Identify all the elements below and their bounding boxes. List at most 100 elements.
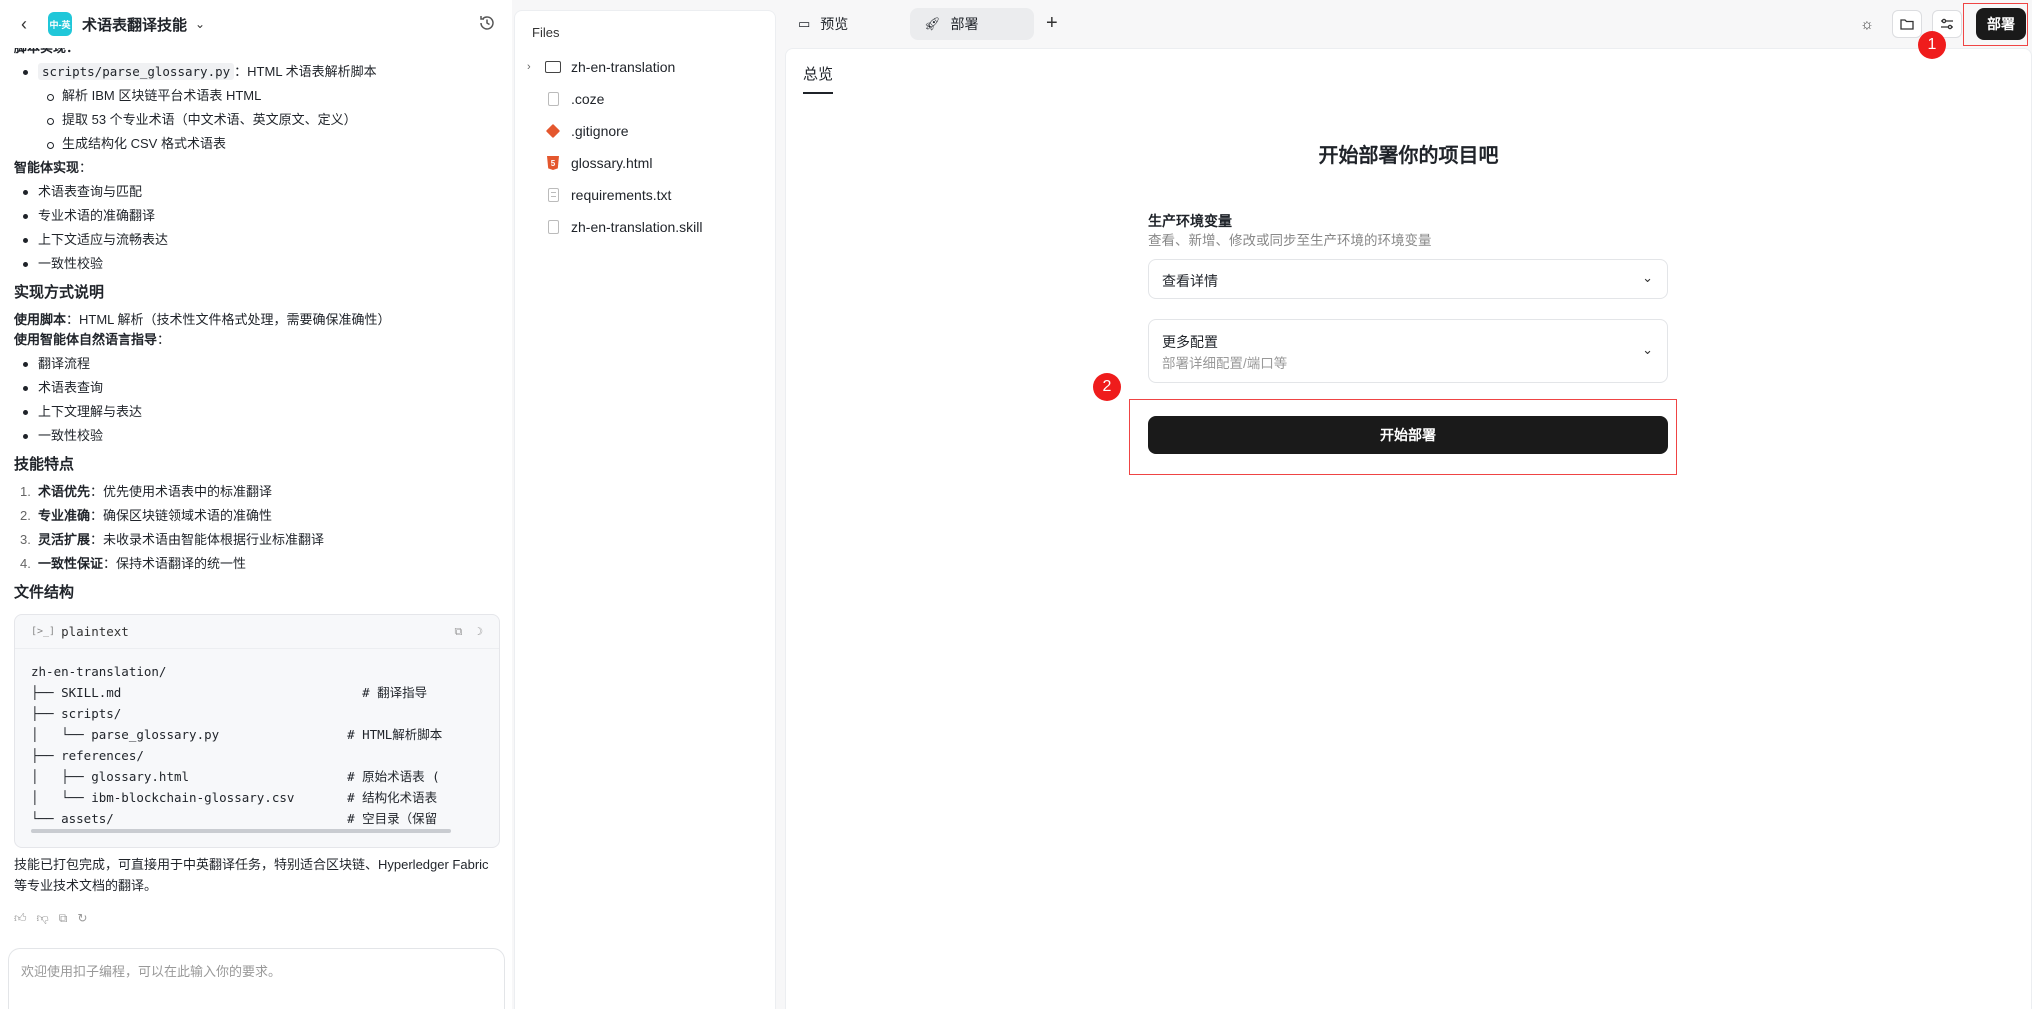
list-item: 翻译流程 [14,352,502,376]
tab-label: 部署 [950,16,979,32]
file-tree-item[interactable]: .gitignore [527,120,629,142]
item-text: ：未收录术语由智能体根据行业标准翻译 [90,532,325,547]
list-item: 一致性校验 [14,252,502,276]
code-block-header: [>_] plaintext ⧉ ☽ [15,615,499,649]
section-colon: ： [79,160,93,175]
section-heading: 文件结构 [14,584,75,601]
file-name: requirements.txt [571,187,672,203]
app-logo: 中-英 [48,12,72,36]
git-icon [545,123,561,139]
section-label: 智能体实现 [14,160,80,175]
app-logo-text: 中-英 [49,19,71,30]
numbered-item: 4. 一致性保证：保持术语翻译的统一性 [14,552,502,576]
list-item: 提取 53 个专业术语（中文术语、英文原文、定义） [14,108,502,132]
item-text: ：确保区块链领域术语的准确性 [90,508,273,523]
app-title[interactable]: 术语表翻译技能 [82,14,187,35]
chevron-down-icon: ⌄ [1642,270,1653,285]
item-label: 专业准确 [38,508,91,523]
message-actions: 👍︎ 👎︎ ⧉ ↻ [14,906,502,928]
page-title: 开始部署你的项目吧 [1318,145,1499,167]
item-label: 术语优先 [38,484,91,499]
list-item: scripts/parse_glossary.py ：HTML 术语表解析脚本 [14,60,502,84]
cut-heading: 脚本实现： [14,48,502,60]
list-item: 上下文理解与表达 [14,400,502,424]
file-name: .gitignore [571,123,629,139]
tab-overview[interactable]: 总览 [803,63,834,94]
copy-icon[interactable]: ⧉ [455,620,463,644]
more-config-dropdown[interactable]: 更多配置 部署详细配置/端口等 ⌄ [1148,319,1668,383]
files-title: Files [532,25,560,40]
file-name: glossary.html [571,155,653,171]
inline-code: scripts/parse_glossary.py [38,63,235,80]
history-icon[interactable] [478,14,498,34]
deploy-panel: 总览 开始部署你的项目吧 生产环境变量 查看、新增、修改或同步至生产环境的环境变… [785,48,2032,1009]
section-text: ：HTML 解析（技术性文件格式处理，需要确保准确性） [66,312,391,327]
file-name: zh-en-translation [571,59,676,75]
numbered-item: 3. 灵活扩展：未收录术语由智能体根据行业标准翻译 [14,528,502,552]
item-text: ：优先使用术语表中的标准翻译 [90,484,273,499]
sun-icon[interactable]: ☼ [1852,10,1882,38]
numbered-item: 1. 术语优先：优先使用术语表中的标准翻译 [14,480,502,504]
item-label: 灵活扩展 [38,532,91,547]
folder-icon[interactable] [1892,10,1922,38]
regenerate-icon[interactable]: ↻ [77,906,87,928]
chat-header: ‹ 中-英 术语表翻译技能 ⌄ [0,0,512,48]
list-item: 一致性校验 [14,424,502,448]
tab-preview[interactable]: ▭ 预览 [784,8,862,40]
window-icon: ▭ [798,16,811,31]
chat-messages: 脚本实现： scripts/parse_glossary.py：HTML 术语表… [14,48,502,928]
horizontal-scrollbar[interactable] [31,829,451,833]
tab-deploy[interactable]: 🚀︎ 部署 [910,8,1034,40]
item-label: 一致性保证 [38,556,104,571]
files-panel: Files › zh-en-translation .coze .gitigno… [514,10,776,1009]
html5-icon: 5 [545,155,561,171]
section-heading: 技能特点 [14,456,75,473]
item-number: 2. [20,508,31,523]
file-name: .coze [571,91,605,107]
item-text: ：保持术语翻译的统一性 [103,556,247,571]
message-text: 技能已打包完成，可直接用于中英翻译任务，特别适合区块链、Hyperledger … [14,857,489,893]
back-icon[interactable]: ‹ [14,14,34,34]
list-item-text: ：HTML 术语表解析脚本 [234,64,377,79]
rocket-icon: 🚀︎ [924,16,941,31]
list-item: 生成结构化 CSV 格式术语表 [14,132,502,156]
section-colon: ： [157,332,171,347]
step-marker: 2 [1093,373,1121,401]
item-number: 3. [20,532,31,547]
thumbs-down-icon[interactable]: 👎︎ [37,906,49,928]
chat-panel: ‹ 中-英 术语表翻译技能 ⌄ 脚本实现： scripts/parse_glos… [0,0,512,1009]
theme-icon[interactable]: ☽ [476,620,483,644]
copy-icon[interactable]: ⧉ [59,906,68,928]
tab-label: 预览 [820,16,849,32]
chat-input[interactable]: 欢迎使用扣子编程，可以在此输入你的要求。 [8,948,505,1009]
code-content: zh-en-translation/ ├── SKILL.md # 翻译指导 ├… [31,664,443,826]
file-tree-item[interactable]: requirements.txt [527,184,671,206]
terminal-icon: [>_] [31,625,56,637]
highlight-box [1129,399,1677,475]
numbered-item: 2. 专业准确：确保区块链领域术语的准确性 [14,504,502,528]
text-file-icon [545,187,561,203]
folder-icon [545,59,561,75]
file-icon [545,219,561,235]
code-block: [>_] plaintext ⧉ ☽ zh-en-translation/ ├─… [14,614,500,848]
top-bar: ▭ 预览 🚀︎ 部署 + ☼ 部署 [778,0,2032,48]
chevron-down-icon: ⌄ [1642,342,1653,357]
file-tree-item[interactable]: zh-en-translation.skill [527,216,703,238]
chevron-down-icon[interactable]: ⌄ [195,17,205,31]
chevron-right-icon[interactable]: › [527,61,541,73]
section-label: 使用脚本 [14,312,67,327]
file-icon [545,91,561,107]
thumbs-up-icon[interactable]: 👍︎ [14,906,27,928]
file-tree-item[interactable]: 5 glossary.html [527,152,652,174]
file-name: zh-en-translation.skill [571,219,703,235]
add-tab-icon[interactable]: + [1046,12,1058,35]
section-heading: 实现方式说明 [14,284,105,301]
file-tree-item[interactable]: › zh-en-translation [527,56,675,78]
dropdown-description: 部署详细配置/端口等 [1162,356,1288,371]
env-vars-details-dropdown[interactable]: 查看详情 ⌄ [1148,259,1668,299]
file-tree-item[interactable]: .coze [527,88,604,110]
env-vars-description: 查看、新增、修改或同步至生产环境的环境变量 [1148,233,1432,248]
list-item: 专业术语的准确翻译 [14,204,502,228]
list-item: 术语表查询 [14,376,502,400]
dropdown-label: 更多配置 [1162,334,1218,350]
